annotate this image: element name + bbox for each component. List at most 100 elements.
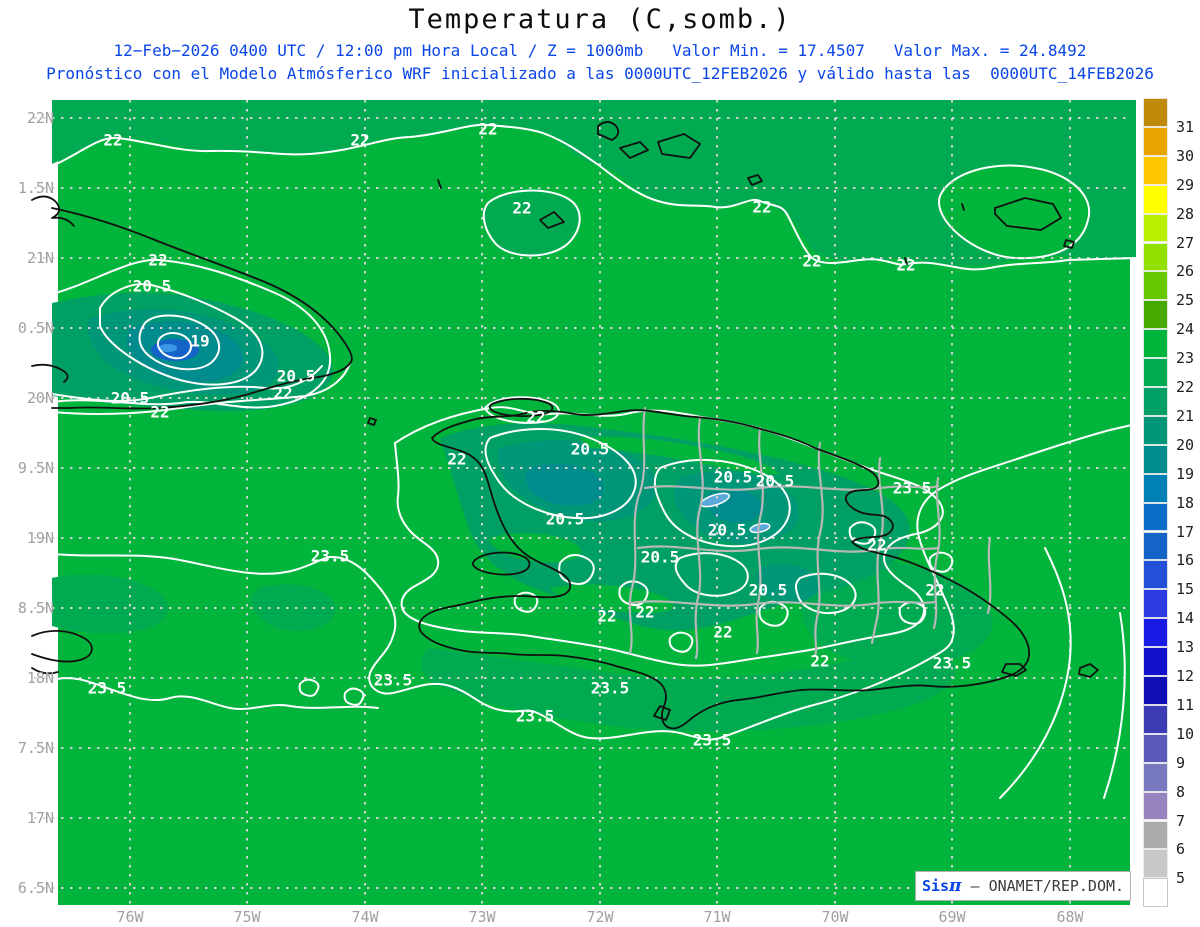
colorbar-tick-label: 26 bbox=[1176, 262, 1195, 281]
lon-tick-label: 74W bbox=[351, 908, 379, 926]
colorbar-cell bbox=[1143, 502, 1168, 532]
isotherm-value-label: 20.5 bbox=[713, 467, 753, 487]
colorbar-tick-label: 12 bbox=[1176, 667, 1195, 685]
isotherm-value-label: 22 bbox=[478, 119, 498, 139]
isotherm-value-label: 23.5 bbox=[590, 678, 630, 698]
colorbar-tick-label: 24 bbox=[1176, 320, 1195, 339]
model-init-line: Pronóstico con el Modelo Atmósferico WRF… bbox=[46, 64, 1154, 83]
colorbar-cell bbox=[1143, 531, 1168, 561]
lat-tick-label: 20N bbox=[26, 389, 54, 407]
forecast-valid-time-line: 12−Feb−2026 0400 UTC / 12:00 pm Hora Loc… bbox=[113, 41, 1087, 60]
isotherm-value-label: 20.5 bbox=[545, 509, 585, 529]
credit-text: – ONAMET/REP.DOM. bbox=[961, 877, 1125, 895]
colorbar-cell bbox=[1143, 618, 1168, 648]
colorbar-tick-label: 21 bbox=[1176, 406, 1195, 425]
colorbar-tick-label: 22 bbox=[1176, 378, 1195, 396]
colorbar-cell bbox=[1143, 704, 1168, 734]
lon-tick-label: 76W bbox=[116, 908, 144, 926]
colorbar-cell bbox=[1143, 184, 1168, 214]
colorbar-cell bbox=[1143, 820, 1168, 850]
colorbar-cell bbox=[1143, 444, 1168, 474]
isotherm-value-label: 22 bbox=[802, 251, 822, 271]
isotherm-value-label: 22 bbox=[273, 383, 293, 403]
colorbar-cell bbox=[1143, 98, 1168, 127]
isotherm-value-label: 23.5 bbox=[515, 706, 555, 726]
lat-tick-label: 7.5N bbox=[17, 739, 54, 757]
colorbar-cell bbox=[1143, 849, 1168, 879]
colorbar-tick-label: 20 bbox=[1176, 435, 1195, 454]
isotherm-value-label: 22 bbox=[150, 402, 170, 422]
colorbar-tick-label: 28 bbox=[1176, 204, 1195, 223]
colorbar-tick-label: 6 bbox=[1176, 840, 1186, 859]
lon-tick-label: 75W bbox=[233, 908, 261, 926]
colorbar-tick-label: 19 bbox=[1176, 464, 1195, 483]
credit-box: Sis π – ONAMET/REP.DOM. bbox=[915, 871, 1131, 901]
weather-map-page: Temperatura (C,somb.) 12−Feb−2026 0400 U… bbox=[0, 0, 1200, 927]
colorbar-cell bbox=[1143, 271, 1168, 301]
colorbar-tick-label: 30 bbox=[1176, 146, 1195, 165]
isotherm-value-label: 19 bbox=[190, 331, 210, 351]
colorbar-cell bbox=[1143, 878, 1168, 908]
isotherm-value-label: 23.5 bbox=[932, 653, 972, 673]
colorbar-cell bbox=[1143, 733, 1168, 763]
isotherm-value-label: 20.5 bbox=[755, 471, 795, 491]
isotherm-value-label: 22 bbox=[597, 606, 617, 626]
colorbar-tick-label: 17 bbox=[1176, 522, 1195, 541]
isotherm-value-label: 22 bbox=[635, 602, 655, 622]
colorbar-cell bbox=[1143, 589, 1168, 619]
colorbar-tick-label: 23 bbox=[1176, 349, 1195, 368]
isotherm-value-label: 22 bbox=[512, 198, 532, 218]
lat-tick-label: 6.5N bbox=[17, 879, 54, 897]
page-title: Temperatura (C,somb.) bbox=[408, 4, 792, 35]
colorbar-tick-label: 5 bbox=[1176, 869, 1186, 888]
isotherm-value-label: 20.5 bbox=[707, 520, 747, 540]
isotherm-value-label: 22 bbox=[447, 449, 467, 469]
isotherm-value-label: 22 bbox=[526, 407, 546, 427]
colorbar-cell bbox=[1143, 387, 1168, 416]
isotherm-value-label: 22 bbox=[925, 580, 945, 600]
lat-tick-label: 9.5N bbox=[17, 459, 54, 477]
isotherm-value-label: 22 bbox=[810, 651, 830, 671]
sispi-brand: Sis bbox=[921, 877, 950, 895]
colorbar-cell bbox=[1143, 300, 1168, 330]
isotherm-value-label: 20.5 bbox=[110, 388, 150, 408]
colorbar-cell bbox=[1143, 762, 1168, 792]
lat-tick-label: 22N bbox=[26, 109, 54, 127]
isotherm-value-label: 23.5 bbox=[373, 670, 413, 690]
colorbar-cell bbox=[1143, 155, 1168, 185]
lat-tick-label: 18N bbox=[26, 669, 54, 687]
colorbar-tick-label: 11 bbox=[1176, 695, 1195, 714]
lat-tick-label: 19N bbox=[26, 529, 54, 547]
lat-tick-label: 1.5N bbox=[17, 179, 54, 197]
colorbar-tick-label: 27 bbox=[1176, 233, 1195, 252]
lon-tick-label: 69W bbox=[938, 908, 966, 926]
colorbar-tick-label: 10 bbox=[1176, 724, 1195, 743]
isotherm-value-label: 22 bbox=[103, 130, 123, 150]
isotherm-value-label: 22 bbox=[752, 197, 772, 217]
lat-tick-label: 21N bbox=[26, 249, 54, 267]
colorbar-tick-label: 29 bbox=[1176, 175, 1195, 194]
isotherm-value-label: 22 bbox=[867, 535, 887, 555]
isotherm-value-label: 22 bbox=[350, 130, 370, 150]
colorbar-cell bbox=[1143, 473, 1168, 503]
colorbar-cell bbox=[1143, 213, 1168, 243]
colorbar-cell bbox=[1143, 415, 1168, 445]
isotherm-value-label: 20.5 bbox=[748, 580, 788, 600]
isotherm-value-label: 23.5 bbox=[310, 546, 350, 566]
colorbar-cell bbox=[1143, 329, 1168, 359]
isotherm-value-label: 22 bbox=[896, 255, 916, 275]
colorbar-tick-label: 18 bbox=[1176, 493, 1195, 512]
colorbar-tick-label: 16 bbox=[1176, 551, 1195, 570]
lon-tick-label: 70W bbox=[821, 908, 849, 926]
colorbar-cell bbox=[1143, 676, 1168, 705]
isotherm-value-label: 23.5 bbox=[692, 730, 732, 750]
colorbar-tick-label: 7 bbox=[1176, 811, 1186, 830]
lon-tick-label: 68W bbox=[1056, 908, 1084, 926]
isotherm-value-label: 20.5 bbox=[640, 547, 680, 567]
lat-tick-label: 8.5N bbox=[17, 599, 54, 617]
colorbar-tick-label: 8 bbox=[1176, 782, 1186, 801]
isotherm-value-label: 22 bbox=[148, 250, 168, 270]
colorbar-tick-label: 14 bbox=[1176, 609, 1195, 628]
colorbar-tick-label: 13 bbox=[1176, 638, 1195, 657]
lat-tick-label: 0.5N bbox=[17, 319, 54, 337]
